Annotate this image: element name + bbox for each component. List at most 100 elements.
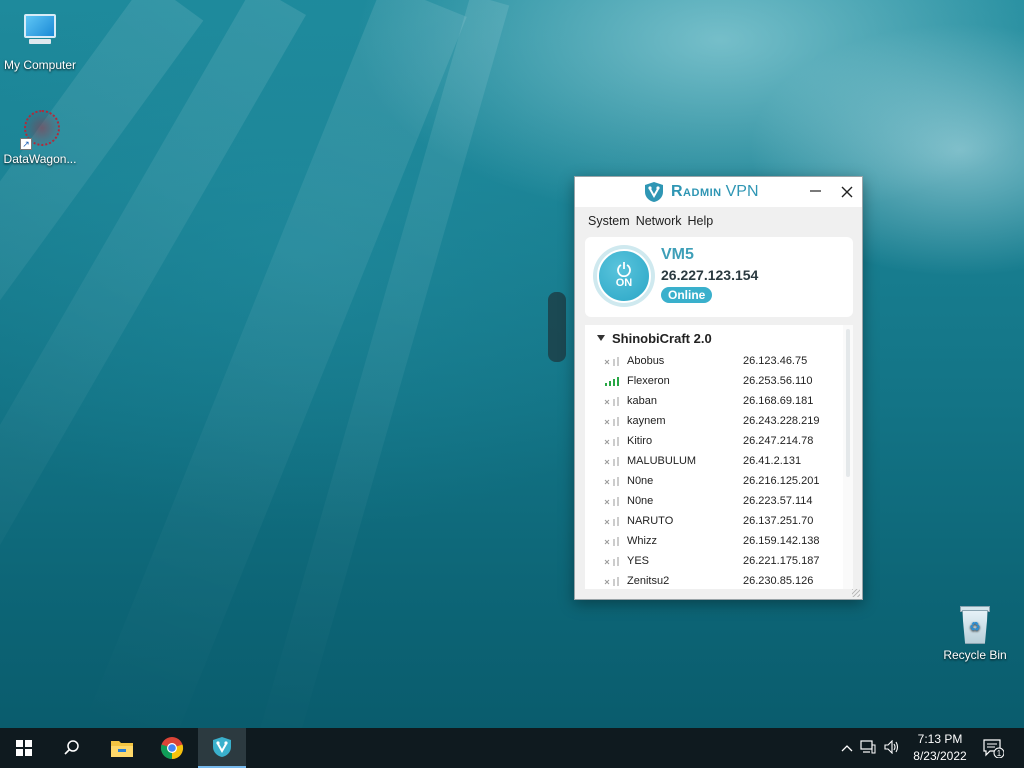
signal-offline-icon <box>604 397 619 406</box>
member-ip: 26.223.57.114 <box>743 495 813 507</box>
member-ip: 26.216.125.201 <box>743 475 820 487</box>
menu-bar: System Network Help <box>575 207 862 233</box>
network-member-row[interactable]: NARUTO 26.137.251.70 <box>585 512 843 532</box>
close-icon <box>841 186 853 198</box>
radmin-logo-icon <box>645 182 663 202</box>
signal-offline-icon <box>604 437 619 446</box>
network-name: ShinobiCraft 2.0 <box>612 331 712 346</box>
network-member-row[interactable]: Flexeron 26.253.56.110 <box>585 372 843 392</box>
desktop-icon-label: DataWagon... <box>3 152 77 166</box>
power-icon <box>617 262 631 277</box>
taskbar-chrome[interactable] <box>148 728 196 768</box>
taskbar-file-explorer[interactable] <box>98 728 146 768</box>
member-ip: 26.230.85.126 <box>743 575 814 587</box>
recycle-bin-icon: ♻ <box>958 604 992 644</box>
show-hidden-icons-button[interactable] <box>838 741 856 755</box>
diver-silhouette <box>548 292 566 362</box>
chevron-up-icon <box>841 745 853 752</box>
signal-offline-icon <box>604 477 619 486</box>
app-brand: Radmin VPN <box>643 182 759 202</box>
signal-offline-icon <box>604 557 619 566</box>
member-name: Whizz <box>627 535 657 547</box>
member-ip: 26.247.214.78 <box>743 435 814 447</box>
app-title-brand: Radmin <box>671 183 722 200</box>
power-label: ON <box>615 277 633 289</box>
light-ray <box>83 0 467 728</box>
member-ip: 26.243.228.219 <box>743 415 820 427</box>
menu-system[interactable]: System <box>588 214 630 233</box>
notification-count: 1 <box>997 749 1002 758</box>
start-button[interactable] <box>0 728 48 768</box>
network-member-row[interactable]: Kitiro 26.247.214.78 <box>585 432 843 452</box>
signal-offline-icon <box>604 537 619 546</box>
network-tray-button[interactable] <box>856 739 880 757</box>
chrome-icon <box>160 737 184 760</box>
network-list-panel: ShinobiCraft 2.0 Abobus 26.123.46.75 Flexe… <box>585 325 853 589</box>
network-member-row[interactable]: MALUBULUM 26.41.2.131 <box>585 452 843 472</box>
desktop-icon-label: My Computer <box>3 58 77 72</box>
speaker-icon <box>884 739 899 754</box>
member-ip: 26.137.251.70 <box>743 515 814 527</box>
member-name: YES <box>627 555 650 567</box>
scrollbar-thumb[interactable] <box>846 329 850 477</box>
menu-network[interactable]: Network <box>636 214 682 233</box>
search-icon <box>64 740 79 755</box>
radmin-logo-icon <box>213 737 231 757</box>
action-center-button[interactable]: 1 <box>970 728 1016 768</box>
network-member-row[interactable]: Whizz 26.159.142.138 <box>585 532 843 552</box>
clock-time: 7:13 PM <box>917 732 963 746</box>
desktop-icon-my-computer[interactable]: My Computer <box>0 10 80 72</box>
signal-offline-icon <box>604 417 619 426</box>
member-name: Zenitsu2 <box>627 575 670 587</box>
resize-grip[interactable] <box>852 589 860 597</box>
network-member-row[interactable]: N0ne 26.216.125.201 <box>585 472 843 492</box>
computer-ip: 26.227.123.154 <box>661 267 759 283</box>
member-name: Flexeron <box>627 375 670 387</box>
taskbar-radmin-vpn[interactable] <box>198 728 246 768</box>
taskbar-clock[interactable]: 7:13 PM 8/23/2022 <box>900 731 980 765</box>
computer-name: VM5 <box>661 246 694 263</box>
member-name: kaynem <box>627 415 666 427</box>
collapse-triangle-icon <box>597 335 605 341</box>
folder-icon <box>111 741 133 757</box>
search-button[interactable] <box>48 728 96 768</box>
member-ip: 26.159.142.138 <box>743 535 820 547</box>
signal-offline-icon <box>604 497 619 506</box>
minimize-button[interactable] <box>800 177 830 207</box>
window-titlebar[interactable]: Radmin VPN <box>575 177 862 207</box>
network-group-header[interactable]: ShinobiCraft 2.0 <box>597 331 712 346</box>
taskbar: 7:13 PM 8/23/2022 1 <box>0 728 1024 768</box>
network-member-row[interactable]: Zenitsu2 26.230.85.126 <box>585 572 843 589</box>
desktop-wallpaper: My Computer ↗ DataWagon... ♻ Recycle Bin <box>0 0 1024 728</box>
network-member-row[interactable]: N0ne 26.223.57.114 <box>585 492 843 512</box>
notification-icon: 1 <box>983 739 1004 758</box>
network-member-row[interactable]: kaban 26.168.69.181 <box>585 392 843 412</box>
network-icon <box>860 739 876 753</box>
member-ip: 26.168.69.181 <box>743 395 814 407</box>
desktop-icon-recycle-bin[interactable]: ♻ Recycle Bin <box>935 604 1015 662</box>
app-title-product: VPN <box>725 183 759 200</box>
member-name: Abobus <box>627 355 665 367</box>
close-button[interactable] <box>832 177 862 207</box>
signal-offline-icon <box>604 517 619 526</box>
desktop-icon-datawagon[interactable]: ↗ DataWagon... <box>0 108 80 166</box>
menu-help[interactable]: Help <box>688 214 714 233</box>
member-name: NARUTO <box>627 515 674 527</box>
minimize-icon <box>809 190 821 192</box>
signal-offline-icon <box>604 577 619 586</box>
network-member-row[interactable]: YES 26.221.175.187 <box>585 552 843 572</box>
network-member-row[interactable]: kaynem 26.243.228.219 <box>585 412 843 432</box>
system-tray <box>838 728 904 768</box>
clock-date: 8/23/2022 <box>913 749 967 763</box>
computer-icon <box>20 14 60 54</box>
shortcut-arrow-icon: ↗ <box>20 138 32 150</box>
network-member-row[interactable]: Abobus 26.123.46.75 <box>585 352 843 372</box>
status-card: ON VM5 26.227.123.154 Online <box>585 237 853 317</box>
desktop-icon-label: Recycle Bin <box>943 648 1007 662</box>
datawagon-icon: ↗ <box>20 108 60 150</box>
power-toggle[interactable]: ON <box>593 245 655 307</box>
member-ip: 26.123.46.75 <box>743 355 808 367</box>
signal-strong-icon <box>605 377 619 386</box>
member-name: MALUBULUM <box>627 455 697 467</box>
member-name: kaban <box>627 395 657 407</box>
